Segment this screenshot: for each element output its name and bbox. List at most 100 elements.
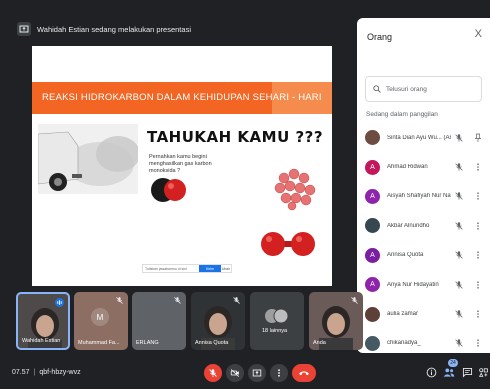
participant-tile[interactable]: M Muhammad Fa... — [74, 292, 128, 350]
people-button[interactable] — [442, 365, 456, 379]
answer-submit-button[interactable]: Kirim — [199, 265, 221, 272]
slide-header-space — [32, 46, 332, 74]
participant-row[interactable]: A Anya Nur Hidayatin — [357, 270, 490, 299]
mic-muted-icon — [455, 163, 463, 171]
more-vert-icon — [278, 369, 280, 377]
mic-muted-icon — [174, 297, 181, 304]
answer-edit-button[interactable]: Ubah — [221, 265, 231, 272]
participant-name: Anya Nur Hidayatin — [387, 281, 439, 288]
mic-muted-icon — [455, 280, 463, 289]
participant-name: Ahmad Ridwan — [387, 164, 428, 171]
participant-tile[interactable]: Wahidah Estian — [16, 292, 70, 350]
tile-name: 18 lainnya — [262, 328, 288, 334]
avatar: A — [365, 247, 380, 263]
present-icon — [252, 369, 262, 377]
mic-muted-icon — [455, 339, 463, 348]
tile-name: ERLANG — [136, 340, 159, 346]
presenter-text: Wahidah Estian sedang melakukan presenta… — [37, 24, 191, 34]
avatar: A — [365, 188, 380, 204]
more-vert-icon[interactable] — [475, 309, 481, 319]
present-now-button[interactable] — [248, 364, 266, 382]
mic-off-icon — [209, 369, 217, 377]
participant-row[interactable]: chikanadya_ — [357, 329, 490, 358]
group-avatars-icon — [265, 308, 289, 324]
camera-off-button[interactable] — [226, 364, 244, 382]
mic-off-button[interactable] — [204, 364, 222, 382]
chat-button[interactable] — [460, 365, 474, 379]
activities-button[interactable] — [476, 365, 490, 379]
participant-tiles: Wahidah Estian M Muhammad Fa... ERLANG Annis… — [13, 292, 363, 352]
pin-icon[interactable] — [475, 133, 481, 143]
mic-muted-icon — [351, 297, 358, 304]
tile-name: Muhammad Fa... — [78, 340, 120, 346]
avatar: A — [365, 159, 380, 175]
meeting-details-button[interactable] — [424, 365, 438, 379]
avatar — [365, 335, 380, 351]
search-icon — [373, 85, 381, 93]
participant-name: chikanadya_ — [387, 340, 421, 347]
participant-name: Akbar Alnuridho — [387, 222, 430, 229]
call-controls-bar: 07.57 | qbf-hbzy-wvz 24 — [0, 358, 490, 389]
clock-time: 07.57 — [12, 369, 30, 376]
avatar — [365, 130, 380, 146]
participant-name: Aisyah Shafiyah Nur Nafis... — [387, 193, 451, 200]
participant-tile[interactable]: ERLANG — [132, 292, 186, 350]
chat-icon — [462, 367, 472, 377]
leave-call-button[interactable] — [292, 364, 316, 382]
participant-row[interactable]: A Ahmad Ridwan — [357, 152, 490, 181]
slide-headline: TAHUKAH KAMU ??? — [147, 128, 324, 146]
tile-name: Annisa Quota — [195, 340, 229, 346]
slide-title: REAKSI HIDROKARBON DALAM KEHIDUPAN SEHAR… — [42, 92, 322, 103]
mic-muted-icon — [455, 251, 463, 259]
avatar — [365, 218, 380, 234]
answer-input[interactable]: Tuliskan jawabanmu di sini — [143, 267, 199, 271]
hydrocarbon-molecule-image — [274, 168, 316, 211]
more-vert-icon[interactable] — [475, 221, 481, 231]
present-screen-icon — [17, 22, 31, 36]
camera-off-icon — [230, 369, 240, 377]
speaking-indicator-icon — [55, 298, 64, 307]
car-exhaust-image — [38, 124, 138, 194]
oxygen-molecule-image — [261, 232, 315, 256]
close-panel-button[interactable]: X — [475, 28, 482, 40]
presentation-stage: REAKSI HIDROKARBON DALAM KEHIDUPAN SEHAR… — [14, 46, 354, 286]
answer-form: Tuliskan jawabanmu di sini Kirim Ubah — [142, 264, 232, 273]
participant-row[interactable]: A Aisyah Shafiyah Nur Nafis... — [357, 182, 490, 211]
people-icon — [443, 368, 455, 377]
participant-tile[interactable]: Anda — [309, 292, 363, 350]
participant-count-badge: 24 — [448, 359, 458, 367]
mic-muted-icon — [233, 297, 240, 304]
more-vert-icon[interactable] — [475, 191, 481, 201]
in-call-label: Sedang dalam panggilan — [366, 111, 438, 118]
panel-title: Orang — [367, 32, 393, 42]
avatar: M — [91, 308, 109, 326]
tile-name: Anda — [313, 340, 326, 346]
search-placeholder: Telusuri orang — [386, 85, 427, 93]
participant-list: Sinta Dian Ayu Wu... (Anda) A Ahmad Ridwan… — [357, 123, 490, 358]
mic-muted-icon — [455, 133, 463, 142]
more-vert-icon[interactable] — [475, 338, 481, 348]
slide-question: Pernahkan kamu begini menghasilkan gas k… — [149, 154, 212, 174]
presentation-slide: REAKSI HIDROKARBON DALAM KEHIDUPAN SEHAR… — [32, 46, 332, 286]
tile-name: Wahidah Estian — [22, 338, 61, 344]
people-search-input[interactable]: Telusuri orang — [365, 76, 482, 102]
more-vert-icon[interactable] — [475, 250, 481, 260]
participant-row[interactable]: Akbar Alnuridho — [357, 211, 490, 240]
participant-row[interactable]: Sinta Dian Ayu Wu... (Anda) — [357, 123, 490, 152]
mic-muted-icon — [116, 297, 123, 304]
mic-muted-icon — [455, 222, 463, 230]
mic-muted-icon — [455, 192, 463, 201]
more-vert-icon[interactable] — [475, 162, 481, 172]
participant-name: Sinta Dian Ayu Wu... (Anda) — [387, 134, 451, 141]
info-icon — [426, 367, 436, 377]
more-vert-icon[interactable] — [475, 280, 481, 290]
presenter-banner: Wahidah Estian sedang melakukan presenta… — [13, 12, 353, 46]
co-molecule-image — [151, 178, 186, 202]
meta-separator: | — [33, 369, 36, 376]
participant-row[interactable]: aulia zamar — [357, 299, 490, 328]
more-options-button[interactable] — [270, 364, 288, 382]
participant-tile[interactable]: 18 lainnya — [250, 292, 304, 350]
participant-tile[interactable]: Annisa Quota — [191, 292, 245, 350]
meeting-info: 07.57 | qbf-hbzy-wvz — [12, 369, 81, 376]
participant-row[interactable]: A Annisa Quota — [357, 241, 490, 270]
